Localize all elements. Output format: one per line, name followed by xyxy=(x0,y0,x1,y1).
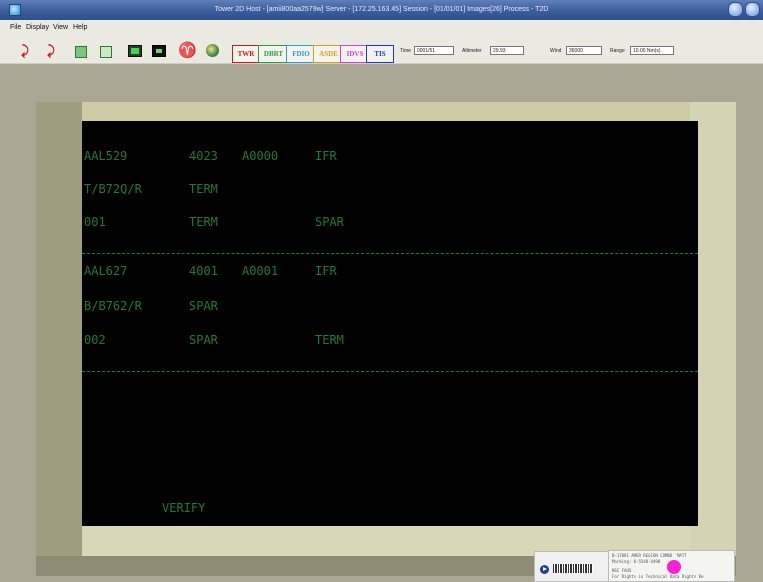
altitude: A0000 xyxy=(242,149,279,163)
tower-icon[interactable]: ♈ xyxy=(178,43,197,58)
menu-file[interactable]: File xyxy=(10,24,21,31)
altimeter-label: Altimeter xyxy=(462,48,482,54)
callsign: AAL627 xyxy=(84,264,128,278)
asset-label-line: Marking: 0-5548-4490 xyxy=(612,559,661,564)
departure-fix: TERM xyxy=(189,182,218,196)
menu-bar: File Display View Help xyxy=(0,20,763,37)
asset-label-line: B-17881 AMER REGION COMBO 'MATT xyxy=(612,553,687,558)
status-message: VERIFY xyxy=(162,501,206,515)
departure-fix: SPAR xyxy=(189,299,218,313)
asset-label-line: For Rights in Technical Data Rights Re xyxy=(612,574,704,579)
play-logo-icon xyxy=(540,565,549,574)
window-controls xyxy=(728,2,760,17)
strip-separator xyxy=(82,253,698,254)
title-bar: Tower 2D Host - [amii800aa2579w] Server … xyxy=(0,0,763,20)
flight-rules: IFR xyxy=(315,264,337,278)
mode-twr-label: TWR xyxy=(237,50,255,58)
globe-icon[interactable] xyxy=(206,44,219,57)
altimeter-field[interactable]: 29.93 xyxy=(490,46,524,55)
window-title: Tower 2D Host - [amii800aa2579w] Server … xyxy=(214,6,549,13)
menu-display[interactable]: Display xyxy=(26,24,49,31)
mode-dbrt-label: DBRT xyxy=(263,50,284,58)
mode-fdio-button[interactable]: FDIO xyxy=(286,45,316,63)
flight-rules: IFR xyxy=(315,149,337,163)
wind-field[interactable]: 36000 xyxy=(566,46,602,55)
display-icon[interactable] xyxy=(152,45,166,57)
time-label: Time xyxy=(400,48,411,54)
route-end: TERM xyxy=(315,333,344,347)
beacon-code: 4023 xyxy=(189,149,218,163)
menu-help[interactable]: Help xyxy=(73,24,87,31)
barcode-sticker xyxy=(534,551,610,582)
range-label: Range xyxy=(610,48,625,54)
beacon-code: 4001 xyxy=(189,264,218,278)
aircraft-type: T/B72Q/R xyxy=(84,182,142,196)
flight-data-screen[interactable]: AAL529 4023 A0000 IFR T/B72Q/R TERM 001 … xyxy=(82,121,698,526)
monitor-icon[interactable] xyxy=(128,45,142,57)
mode-asde-label: ASDE xyxy=(319,50,338,58)
aircraft-type: B/B762/R xyxy=(84,299,142,313)
altitude: A0001 xyxy=(242,264,279,278)
range-field[interactable]: 10.00 Nm(s) xyxy=(630,46,674,55)
time-field[interactable]: 0001/51 xyxy=(414,46,454,55)
route-start: TERM xyxy=(189,215,218,229)
asset-label-line: NSC FAUS xyxy=(612,568,632,573)
callsign: AAL529 xyxy=(84,149,128,163)
mode-idvs-label: IDVS xyxy=(346,50,364,58)
layout-split-icon[interactable] xyxy=(100,46,112,58)
pink-dot-icon xyxy=(667,560,681,574)
barcode-icon xyxy=(553,564,593,573)
wind-label: Wind xyxy=(550,48,562,54)
strip-separator xyxy=(82,371,698,372)
minimize-button[interactable] xyxy=(728,2,743,17)
strip-number: 001 xyxy=(84,215,106,229)
asset-label: B-17881 AMER REGION COMBO 'MATT Marking:… xyxy=(608,550,735,582)
mode-dbrt-button[interactable]: DBRT xyxy=(258,45,289,63)
route-start: SPAR xyxy=(189,333,218,347)
strip-number: 002 xyxy=(84,333,106,347)
menu-view[interactable]: View xyxy=(53,24,68,31)
back-arrow-icon[interactable]: ⤸ xyxy=(18,44,32,58)
mode-fdio-label: FDIO xyxy=(292,50,310,58)
mode-twr-button[interactable]: TWR xyxy=(232,45,260,63)
forward-arrow-icon[interactable]: ⤸ xyxy=(44,44,58,58)
close-button[interactable] xyxy=(745,2,760,17)
toolbar: ⤸ ⤸ ♈ TWR DBRT FDIO ASDE IDVS TIS Time 0… xyxy=(0,37,763,64)
layout-single-icon[interactable] xyxy=(75,46,87,58)
mode-tis-label: TIS xyxy=(374,50,386,58)
route-end: SPAR xyxy=(315,215,344,229)
mode-tis-button[interactable]: TIS xyxy=(366,45,394,63)
